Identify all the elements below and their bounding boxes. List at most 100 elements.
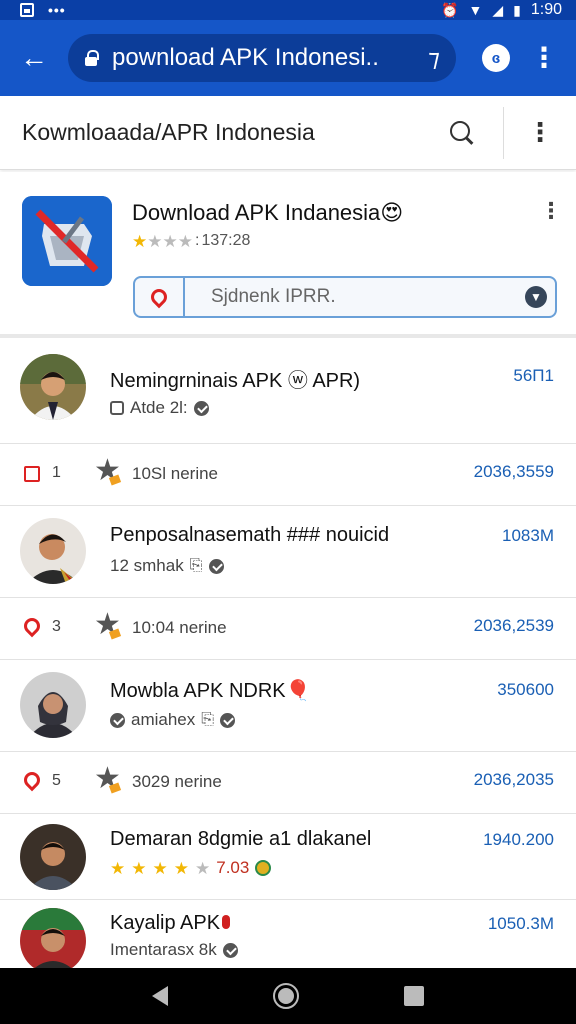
page-title: Kowmloaada/APR Indonesia — [22, 119, 315, 145]
app-rating: ★ ★ ★ ★ : 137:28 — [132, 232, 250, 250]
sub-value: 2036,2035 — [473, 770, 554, 789]
location-pin-icon[interactable] — [20, 768, 44, 792]
sub-label: 10:04 nerine — [132, 618, 227, 637]
sub-value: 2036,2539 — [473, 616, 554, 635]
list-subrow: 1 ★ 10Sl nerine 2036,3559 — [0, 444, 576, 506]
verified-icon — [220, 712, 236, 728]
item-value: 1050.3M — [487, 914, 554, 933]
address-bar[interactable]: pownload APK Indonesi.. ⁊ — [68, 34, 456, 82]
tab-switcher-button[interactable]: ɞ — [482, 44, 510, 72]
verified-icon — [222, 942, 238, 958]
list-subrow: 5 ★ 3029 nerine 2036,2035 — [0, 752, 576, 814]
lock-icon — [84, 50, 99, 66]
item-meta-text: 7.03 — [216, 858, 250, 877]
star-icon[interactable]: ★ — [94, 610, 121, 640]
share-icon: ⎘ — [189, 557, 203, 574]
item-value: 56Π1 — [513, 366, 554, 385]
star-icon[interactable]: ★ — [94, 764, 121, 794]
location-pin-button[interactable] — [135, 278, 185, 316]
browser-menu-icon[interactable]: ⋮ — [530, 44, 558, 72]
battery-icon: ▮ — [513, 1, 521, 18]
star-icon: ★ — [147, 231, 163, 251]
avatar — [20, 518, 86, 584]
star-icon: ★ — [131, 858, 147, 878]
item-meta: 12 smhak ⎘ — [110, 556, 224, 576]
star-icon: ★ — [132, 231, 148, 251]
app-more-icon[interactable]: ⋮ — [540, 198, 562, 224]
item-value: 1940.200 — [483, 830, 554, 849]
star-icon: ★ — [110, 858, 126, 878]
search-input[interactable] — [185, 278, 525, 316]
app-name: Download APK Indanesia😍 — [132, 200, 404, 225]
sub-number: 3 — [52, 618, 61, 635]
more-options-icon[interactable]: ⋮ — [504, 117, 576, 148]
star-icon[interactable]: ★ — [94, 456, 121, 486]
star-icon: ★ — [162, 231, 178, 251]
app-search-box: ▼ — [133, 276, 557, 318]
sub-value: 2036,3559 — [473, 462, 554, 481]
list-item[interactable]: Mowbla APK NDRK🎈 amiahex ⎘ 350600 — [0, 660, 576, 752]
item-meta: Imentarasx 8k — [110, 940, 238, 960]
rating-count: 137:28 — [201, 232, 251, 249]
star-icon: ★ — [177, 231, 193, 251]
star-icon: ★ — [195, 858, 211, 878]
item-title: Mowbla APK NDRK🎈 — [110, 680, 311, 702]
location-pin-icon[interactable] — [20, 614, 44, 638]
chevron-down-icon[interactable]: ▼ — [525, 286, 547, 308]
star-icon: ★ — [152, 858, 168, 878]
star-icon: ★ — [173, 858, 189, 878]
sub-label: 3029 nerine — [132, 772, 222, 791]
rating-separator: : — [195, 232, 200, 249]
item-meta: ★ ★ ★ ★ ★ 7.03 — [110, 858, 272, 878]
item-title: Kayalip APK — [110, 912, 231, 935]
lightbulb-icon — [222, 915, 231, 929]
sub-number: 1 — [52, 464, 61, 481]
item-meta-text: amiahex — [131, 710, 196, 729]
search-icon[interactable] — [449, 120, 475, 146]
nav-home-icon[interactable] — [272, 983, 299, 1009]
item-value: 350600 — [497, 680, 554, 699]
verified-icon — [193, 400, 209, 416]
browser-toolbar: ← pownload APK Indonesi.. ⁊ ɞ ⋮ — [0, 20, 576, 96]
back-arrow-icon[interactable]: ← — [14, 38, 54, 78]
app-card: Download APK Indanesia😍 ⋮ ★ ★ ★ ★ : 137:… — [0, 172, 576, 338]
nav-back-icon[interactable] — [152, 986, 169, 1006]
list-subrow: 3 ★ 10:04 nerine 2036,2539 — [0, 598, 576, 660]
sub-number: 5 — [52, 772, 61, 789]
item-title: Penposalnasemath ### nouicid — [110, 524, 390, 546]
edit-url-icon[interactable]: ⁊ — [428, 44, 440, 73]
location-pin-icon — [147, 285, 171, 309]
app-small-icon — [110, 401, 124, 415]
avatar — [20, 672, 86, 738]
apk-list: Nemingrninais APK ⓦ APR) Atde 2l: 56Π1 1… — [0, 340, 576, 980]
item-meta-text: Imentarasx 8k — [110, 940, 217, 959]
system-nav-bar — [0, 968, 576, 1024]
nav-recents-icon[interactable] — [403, 986, 424, 1006]
item-value: 1083M — [502, 526, 554, 545]
badge-icon — [255, 860, 272, 876]
wifi-icon: ▼ — [468, 2, 483, 18]
item-title: Nemingrninais APK ⓦ APR) — [110, 370, 361, 392]
gallery-icon — [20, 3, 34, 17]
app-small-icon — [110, 712, 125, 728]
avatar — [20, 824, 86, 890]
item-title: Demaran 8dgmie a1 dlakanel — [110, 828, 372, 850]
avatar — [20, 908, 86, 974]
status-time: 1:90 — [530, 1, 562, 18]
item-meta: amiahex ⎘ — [110, 710, 236, 730]
signal-icon: ◢ — [492, 1, 504, 18]
url-text: pownload APK Indonesi.. — [112, 44, 379, 71]
list-item[interactable]: Penposalnasemath ### nouicid 12 smhak ⎘ … — [0, 506, 576, 598]
item-meta-text: Atde 2l: — [130, 398, 188, 417]
status-bar: ••• ⏰ ▼ ◢ ▮ 1:90 — [0, 0, 576, 20]
list-item[interactable]: Demaran 8dgmie a1 dlakanel ★ ★ ★ ★ ★ 7.0… — [0, 814, 576, 900]
list-item[interactable]: Nemingrninais APK ⓦ APR) Atde 2l: 56Π1 — [0, 340, 576, 444]
sub-label: 10Sl nerine — [132, 464, 219, 483]
item-title-text: Kayalip APK — [110, 912, 221, 934]
share-icon: ⎘ — [201, 711, 215, 728]
item-meta: Atde 2l: — [110, 398, 209, 418]
app-logo-icon[interactable] — [22, 196, 112, 286]
alarm-icon: ⏰ — [441, 1, 459, 18]
flag-icon[interactable] — [24, 466, 40, 482]
verified-icon — [208, 558, 224, 574]
